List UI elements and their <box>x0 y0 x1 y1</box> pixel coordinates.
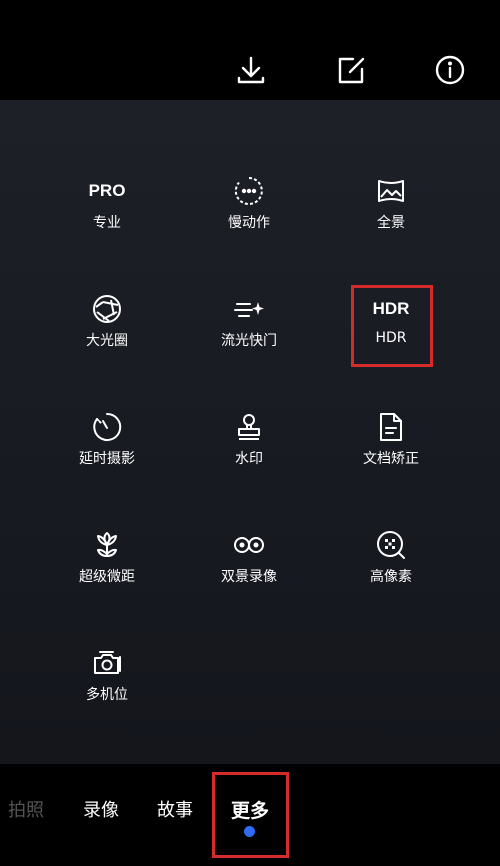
mode-label: 高像素 <box>370 569 412 585</box>
slow-motion-icon <box>234 177 263 205</box>
mode-label: 文档矫正 <box>363 451 419 467</box>
info-icon <box>435 55 465 85</box>
mode-label: 超级微距 <box>79 569 135 585</box>
mode-label: 慢动作 <box>228 215 270 231</box>
tab-photo[interactable]: 拍照 <box>8 796 44 822</box>
mode-label: 水印 <box>235 451 263 467</box>
document-icon <box>380 413 402 441</box>
timer-icon <box>93 412 122 441</box>
dual-view-icon <box>234 537 264 553</box>
mode-pro[interactable]: PRO 专业 <box>47 174 167 254</box>
pro-icon-text: PRO <box>88 181 126 200</box>
tab-story[interactable]: 故事 <box>157 796 193 822</box>
more-highlight-box <box>212 772 289 858</box>
mode-high-res[interactable]: 高像素 <box>331 528 451 608</box>
mode-label: 流光快门 <box>221 333 277 349</box>
top-toolbar <box>0 0 500 100</box>
mode-label: 大光圈 <box>86 333 128 349</box>
multi-camera-icon <box>94 651 121 674</box>
mode-label: 多机位 <box>86 687 128 703</box>
tab-video[interactable]: 录像 <box>83 796 119 822</box>
info-button[interactable] <box>430 50 470 90</box>
mode-timelapse[interactable]: 延时摄影 <box>47 410 167 490</box>
bottom-mode-bar: 拍照 录像 故事 更多 <box>0 764 500 866</box>
hdr-highlight-box <box>351 285 433 367</box>
download-icon <box>237 56 265 84</box>
light-trail-icon <box>234 302 264 317</box>
flower-icon <box>97 532 117 557</box>
mode-light-trail[interactable]: 流光快门 <box>189 292 309 372</box>
mode-label: 延时摄影 <box>79 451 135 467</box>
mode-multi-camera[interactable]: 多机位 <box>47 646 167 726</box>
edit-icon <box>338 57 365 84</box>
panorama-icon <box>378 180 404 202</box>
mode-dual-view[interactable]: 双景录像 <box>189 528 309 608</box>
mode-watermark[interactable]: 水印 <box>189 410 309 490</box>
mode-aperture[interactable]: 大光圈 <box>47 292 167 372</box>
mode-super-macro[interactable]: 超级微距 <box>47 528 167 608</box>
aperture-icon <box>93 295 121 323</box>
mode-label: 专业 <box>93 215 121 231</box>
mode-label: 双景录像 <box>221 569 277 585</box>
high-res-icon <box>377 531 405 559</box>
download-button[interactable] <box>231 50 271 90</box>
mode-slow-motion[interactable]: 慢动作 <box>189 174 309 254</box>
mode-label: 全景 <box>377 215 405 231</box>
mode-grid: PRO 专业 慢动作 全景 大光圈 流光快门 HDR HDR 延时摄影 水印 文… <box>0 100 500 764</box>
mode-document[interactable]: 文档矫正 <box>331 410 451 490</box>
mode-panorama[interactable]: 全景 <box>331 174 451 254</box>
edit-button[interactable] <box>331 50 371 90</box>
stamp-icon <box>238 414 260 440</box>
